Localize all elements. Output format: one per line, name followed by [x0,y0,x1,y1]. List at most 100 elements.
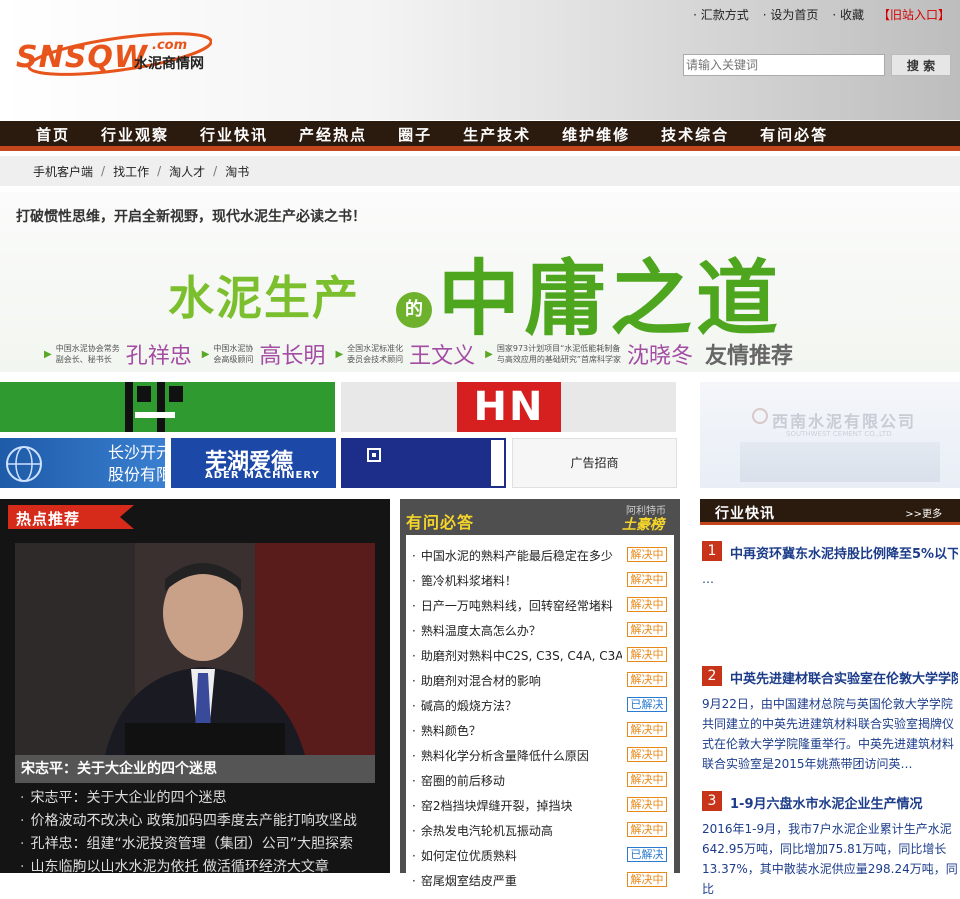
nav-production-tech[interactable]: 生产技术 [449,121,545,146]
nav-hot-topics[interactable]: 产经热点 [285,121,381,146]
status-badge: 解决中 [627,797,667,812]
person-name: 王文义 [409,344,476,369]
qa-question[interactable]: 助磨剂对熟料中C2S, C3S, C4A, C3A的影响 [412,647,622,664]
company-logo-icon [752,408,768,424]
qa-question[interactable]: 窑2档挡块焊缝开裂，掉挡块 [412,797,622,814]
triangle-icon: ▶ [485,348,493,360]
globe-logo-icon [6,446,42,482]
list-item[interactable]: 价格波动不改决心 政策加码四季度去产能打响攻坚战 [20,810,356,833]
table-row: 窑2档挡块焊缝开裂，掉挡块解决中 [406,791,674,816]
status-badge: 解决中 [627,622,667,637]
banner-title-part1: 水泥生产 [168,271,360,325]
subnav-separator: / [157,164,162,178]
subnav-find-talent[interactable]: 淘人才 [169,163,205,180]
hot-caption[interactable]: 宋志平：关于大企业的四个迷思 [15,755,375,783]
ad-blue-panel [343,440,491,486]
book-banner[interactable]: 打破惯性思维，开启全新视野，现代水泥生产必读之书！ 水泥生产 的 中庸之道 ▶ … [0,192,960,372]
table-row: 日产一万吨熟料线，回转窑经常堵料解决中 [406,591,674,616]
status-badge: 解决中 [627,872,667,887]
subnav-books[interactable]: 淘书 [225,163,249,180]
banner-person: ▶ 中国水泥协会常务 副会长、秘书长 孔祥忠 [44,338,192,370]
banner-person: ▶ 中国水泥协 会高级顾问 高长明 [202,338,326,370]
express-section: 行业快讯 >>更多 1 中再资环冀东水泥持股比例降至5%以下 … 2 中英先进建… [700,499,960,896]
status-badge: 解决中 [627,597,667,612]
status-badge: 已解决 [627,697,667,712]
banner-recommend: 友情推荐 [705,344,794,369]
subnav-mobile-client[interactable]: 手机客户端 [33,163,93,180]
link-payment[interactable]: · 汇款方式 [693,6,749,23]
ad-hn[interactable]: HN [341,382,676,432]
hot-title: 热点推荐 [16,510,81,528]
nav-home[interactable]: 首页 [22,121,84,146]
qr-square-icon [367,448,381,462]
ad-logo-icon [125,382,183,432]
news-summary: … [702,572,714,586]
logo-text: SNSQW [16,40,148,75]
nav-industry-observation[interactable]: 行业观察 [87,121,183,146]
nav-qa[interactable]: 有问必答 [746,121,842,146]
qa-rich-list-link[interactable]: 土豪榜 [622,514,664,534]
link-bookmark[interactable]: · 收藏 [832,6,864,23]
ad-ader[interactable]: 芜湖爱德 ADER MACHINERY [171,438,336,488]
qa-question[interactable]: 余热发电汽轮机瓦振动高 [412,822,622,839]
nav-tech-general[interactable]: 技术综合 [647,121,743,146]
subnav-find-job[interactable]: 找工作 [113,163,149,180]
site-header: SNSQW .com 水泥商情网 · 汇款方式 · 设为首页 · 收藏 【旧站入… [0,0,960,120]
nav-industry-news[interactable]: 行业快讯 [186,121,282,146]
hot-photo[interactable] [15,543,375,755]
ad-company-en: SOUTHWEST CEMENT CO.,LTD [786,430,892,438]
qa-question[interactable]: 日产一万吨熟料线，回转窑经常堵料 [412,597,622,614]
nav-maintenance[interactable]: 维护维修 [548,121,644,146]
qa-question[interactable]: 熟料化学分析含量降低什么原因 [412,747,622,764]
news-number: 3 [702,791,722,811]
list-item[interactable]: 宋志平：关于大企业的四个迷思 [20,787,357,810]
ad-grid: HN 西南水泥有限公司 SOUTHWEST CEMENT CO.,LTD 长沙开… [0,382,960,492]
search-input[interactable] [683,54,885,76]
main-nav: 首页 行业观察 行业快讯 产经热点 圈子 生产技术 维护维修 技术综合 有问必答 [0,121,960,151]
link-set-homepage[interactable]: · 设为首页 [763,6,819,23]
site-logo[interactable]: SNSQW .com 水泥商情网 [12,30,222,82]
logo-domain: .com [152,38,188,53]
status-badge: 解决中 [627,722,667,737]
news-summary: 9月22日，由中国建材总院与英国伦敦大学学院共同建立的中英先进建筑材料联合实验室… [702,697,955,771]
ad-blue[interactable] [341,438,506,488]
nav-circle[interactable]: 圈子 [384,121,446,146]
qa-question[interactable]: 篦冷机料浆堵料！ [412,572,622,589]
table-row: 篦冷机料浆堵料！ 解决中 [406,566,674,591]
table-row: 助磨剂对熟料中C2S, C3S, C4A, C3A的影响解决中 [406,641,674,666]
qa-question[interactable]: 窑圈的前后移动 [412,772,622,789]
more-link[interactable]: >>更多 [905,505,942,520]
qa-question[interactable]: 如何定位优质熟料 [412,847,622,864]
express-title: 行业快讯 [715,506,775,522]
table-row: 窑尾烟室结皮严重解决中 [406,866,674,891]
list-item[interactable]: 孔祥忠：组建“水泥投资管理（集团）公司”大胆探索 [20,833,357,856]
qa-question[interactable]: 窑尾烟室结皮严重 [412,872,622,889]
banner-slogan: 打破惯性思维，开启全新视野，现代水泥生产必读之书！ [16,209,366,225]
ad-placeholder[interactable]: 广告招商 [512,438,677,488]
ad-southwest-cement[interactable]: 西南水泥有限公司 SOUTHWEST CEMENT CO.,LTD [700,382,960,488]
qa-question[interactable]: 助磨剂对混合材的影响 [412,672,622,689]
person-name: 高长明 [259,344,326,369]
banner-person: ▶ 国家973计划项目“水泥低能耗制备 与高效应用的基础研究”首席科学家 沈晓冬 [485,338,693,370]
qa-section: 有问必答 阿利特币 土豪榜 中国水泥的熟料产能最后稳定在多少解决中 篦冷机料浆堵… [400,499,680,888]
hot-list: 宋志平：关于大企业的四个迷思 价格波动不改决心 政策加码四季度去产能打响攻坚战 … [20,787,357,879]
qa-question[interactable]: 熟料颜色？ [412,722,622,739]
ad-company-name: 西南水泥有限公司 [772,412,917,431]
ad-changsha[interactable]: 长沙开元 股份有限 [0,438,165,488]
search-button[interactable]: 搜 索 [891,54,951,76]
hn-logo: HN [457,382,561,432]
qa-question[interactable]: 熟料温度太高怎么办？ [412,622,622,639]
news-title[interactable]: 中英先进建材联合实验室在伦敦大学学院揭牌 [730,668,958,687]
ad-changsha-text: 长沙开元 股份有限 [108,443,165,484]
list-item[interactable]: 山东临朐以山水水泥为依托 做活循环经济大文章 [20,856,357,879]
link-old-site[interactable]: 【旧站入口】 [878,6,950,23]
person-desc: 中国水泥协 会高级顾问 [213,344,254,364]
qa-question[interactable]: 中国水泥的熟料产能最后稳定在多少 [412,547,622,564]
ad-green[interactable] [0,382,335,432]
sub-nav: 手机客户端 / 找工作 / 淘人才 / 淘书 [0,156,960,186]
news-title[interactable]: 中再资环冀东水泥持股比例降至5%以下 [730,543,958,562]
news-title[interactable]: 1-9月六盘水市水泥企业生产情况 [730,793,958,812]
person-name: 孔祥忠 [125,344,192,369]
banner-person: ▶ 全国水泥标准化 委员会技术顾问 王文义 [335,338,475,370]
qa-question[interactable]: 碱高的煅烧方法？ [412,697,622,714]
